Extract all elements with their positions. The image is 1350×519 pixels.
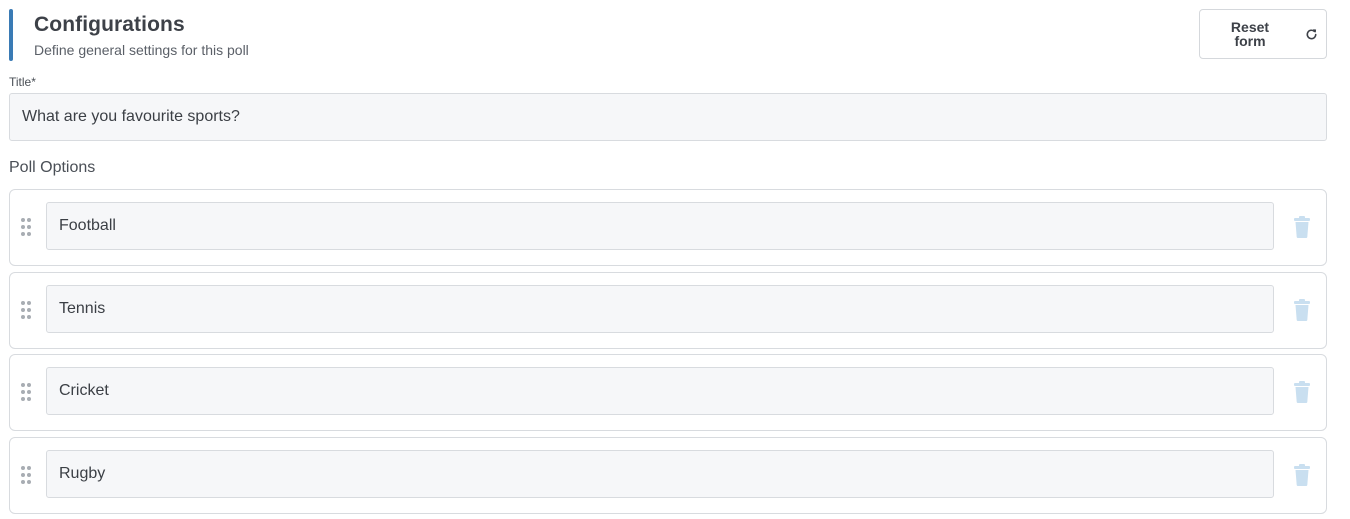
page-subtitle: Define general settings for this poll bbox=[34, 42, 249, 58]
reset-form-button[interactable]: Reset form bbox=[1199, 9, 1327, 59]
title-input[interactable] bbox=[9, 93, 1327, 141]
trash-icon[interactable] bbox=[1294, 299, 1310, 321]
refresh-icon bbox=[1306, 29, 1317, 40]
poll-option-row bbox=[9, 272, 1327, 349]
poll-option-input[interactable] bbox=[46, 367, 1274, 415]
poll-options-label: Poll Options bbox=[9, 159, 96, 176]
header-accent-bar bbox=[9, 9, 13, 61]
reset-form-label: Reset form bbox=[1230, 19, 1270, 49]
drag-handle-icon[interactable] bbox=[21, 301, 33, 319]
drag-handle-icon[interactable] bbox=[21, 466, 33, 484]
poll-option-row bbox=[9, 437, 1327, 514]
poll-option-input[interactable] bbox=[46, 450, 1274, 498]
page-title: Configurations bbox=[34, 13, 185, 36]
trash-icon[interactable] bbox=[1294, 216, 1310, 238]
drag-handle-icon[interactable] bbox=[21, 218, 33, 236]
trash-icon[interactable] bbox=[1294, 464, 1310, 486]
poll-option-row bbox=[9, 354, 1327, 431]
trash-icon[interactable] bbox=[1294, 381, 1310, 403]
title-field-label: Title* bbox=[9, 75, 36, 89]
poll-option-input[interactable] bbox=[46, 285, 1274, 333]
poll-option-row bbox=[9, 189, 1327, 266]
section-header: Configurations Define general settings f… bbox=[9, 9, 1327, 61]
drag-handle-icon[interactable] bbox=[21, 383, 33, 401]
poll-option-input[interactable] bbox=[46, 202, 1274, 250]
